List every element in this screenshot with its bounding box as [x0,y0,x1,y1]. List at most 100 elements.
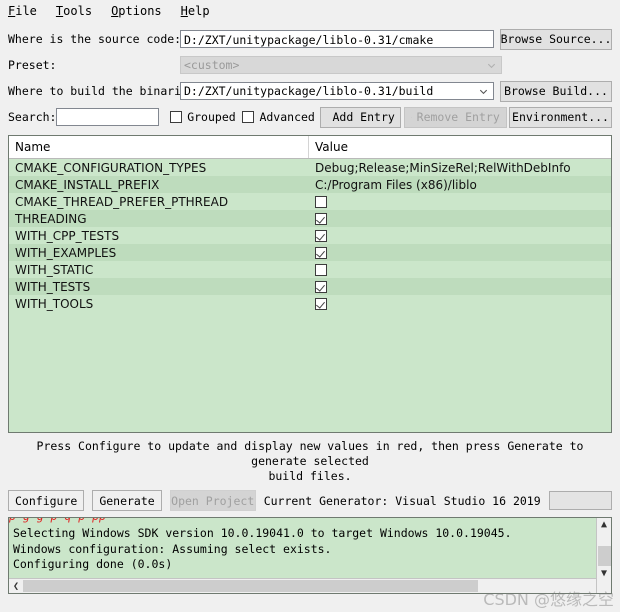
log-line: Windows configuration: Assuming select e… [13,541,332,556]
vertical-scroll-thumb[interactable] [597,546,611,567]
current-generator-label: Current Generator: Visual Studio 16 2019 [263,493,541,508]
configure-hint-line2: build files. [268,469,352,483]
menu-file-rest: ile [15,4,37,18]
table-row[interactable]: WITH_CPP_TESTS [9,227,611,244]
source-code-input[interactable]: D:/ZXT/unitypackage/liblo-0.31/cmake [180,30,495,48]
scroll-up-arrow-icon[interactable]: ▲ [597,518,612,532]
cache-variable-name: CMAKE_CONFIGURATION_TYPES [15,160,207,175]
cache-value-checkbox[interactable] [315,246,327,259]
table-body: CMAKE_CONFIGURATION_TYPES Debug;Release;M… [9,159,611,312]
environment-button[interactable]: Environment... [509,106,613,128]
cache-value-checkbox[interactable] [315,297,327,310]
log-line: Selecting Windows SDK version 10.0.19041… [13,526,512,540]
log-line: Configuring done (0.0s) [13,557,173,571]
menu-item-help[interactable]: Help [181,4,210,18]
cache-variable-name: WITH_CPP_TESTS [15,228,120,243]
cache-variable-name: WITH_EXAMPLES [15,245,117,260]
remove-entry-button[interactable]: Remove Entry [403,106,507,128]
cache-value-checkbox[interactable] [315,212,327,225]
menu-options-rest: ptions [118,4,162,18]
table-row[interactable]: WITH_TESTS [9,278,611,295]
table-row[interactable]: WITH_TOOLS [9,295,611,312]
table-row[interactable]: CMAKE_THREAD_PREFER_PTHREAD [9,193,611,210]
table-row[interactable]: THREADING [9,210,611,227]
cache-variable-name: CMAKE_INSTALL_PREFIX [15,177,160,192]
chevron-down-icon [487,63,496,68]
search-label: Search: [8,110,57,124]
cache-variable-name: THREADING [15,211,87,226]
browse-build-button[interactable]: Browse Build... [500,80,612,102]
table-header: Name Value [9,136,611,159]
grouped-checkbox-row[interactable]: Grouped [170,110,236,124]
remove-entry-label: Remove Entry [416,110,500,124]
generate-button[interactable]: Generate [92,490,162,511]
scroll-down-arrow-icon[interactable]: ▼ [597,566,612,580]
cache-variable-name: WITH_TESTS [15,279,91,294]
advanced-label: Advanced [259,110,315,124]
horizontal-scroll-thumb[interactable] [23,580,478,592]
table-row[interactable]: WITH_EXAMPLES [9,244,611,261]
open-project-button[interactable]: Open Project [169,490,256,511]
source-code-label: Where is the source code: [8,32,182,46]
add-entry-label: Add Entry [332,110,395,124]
build-dir-combobox[interactable]: D:/ZXT/unitypackage/liblo-0.31/build [180,82,495,100]
menu-help-mnemonic: H [180,4,188,18]
cache-variable-value[interactable] [309,246,611,259]
log-vertical-scrollbar[interactable]: ▲ ▼ [596,518,611,593]
generator-field[interactable] [548,491,612,510]
cache-variable-value[interactable]: Debug;Release;MinSizeRel;RelWithDebInfo [309,161,611,175]
column-header-name[interactable]: Name [9,136,309,158]
menu-tools-rest: ools [63,4,93,18]
chevron-down-icon [480,89,488,94]
cache-variable-value[interactable] [309,280,611,293]
browse-source-button[interactable]: Browse Source... [500,28,612,50]
scroll-left-arrow-icon[interactable]: ❮ [9,579,23,593]
cache-value-checkbox[interactable] [315,195,327,208]
cache-variable-value[interactable] [309,212,611,225]
column-header-value[interactable]: Value [309,136,611,158]
configure-button[interactable]: Configure [8,490,85,511]
menu-item-file[interactable]: File [8,4,37,18]
preset-value: <custom> [184,58,240,72]
grouped-label: Grouped [187,110,236,124]
cache-value-checkbox[interactable] [315,263,327,276]
cache-variable-name: WITH_TOOLS [15,296,94,311]
grouped-checkbox[interactable] [170,111,183,123]
cache-variable-value[interactable] [309,195,611,208]
add-entry-button[interactable]: Add Entry [320,106,402,128]
cache-value-checkbox[interactable] [315,229,327,242]
menu-bar: File Tools Options Help [0,0,620,22]
cache-variable-value[interactable] [309,263,611,276]
clipped-red-line-text: p g g p q p pp [9,518,106,523]
cache-variables-table[interactable]: Name Value CMAKE_CONFIGURATION_TYPES Debu… [8,135,612,433]
remove-x-icon [410,116,412,118]
action-row: Configure Generate Open Project Current … [0,484,620,511]
table-row[interactable]: CMAKE_INSTALL_PREFIX C:/Program Files (x8… [9,176,611,193]
form-area: Where is the source code: D:/ZXT/unitypa… [0,22,620,130]
menu-item-tools[interactable]: Tools [56,4,92,18]
build-dir-label: Where to build the binaries: [8,84,202,98]
cache-variable-value[interactable]: C:/Program Files (x86)/liblo [309,178,611,192]
table-row[interactable]: WITH_STATIC [9,261,611,278]
output-log-main: p g g p q p pp Selecting Windows SDK ver… [9,518,596,593]
source-code-row: Where is the source code: D:/ZXT/unitypa… [8,26,612,52]
cache-variable-name: WITH_STATIC [15,262,94,277]
cache-variable-value[interactable] [309,229,611,242]
advanced-checkbox[interactable] [242,111,255,123]
build-dir-value: D:/ZXT/unitypackage/liblo-0.31/build [184,84,434,98]
cache-variable-value[interactable] [309,297,611,310]
search-input[interactable] [56,108,160,126]
output-log-text: Selecting Windows SDK version 10.0.19041… [9,524,596,578]
table-row[interactable]: CMAKE_CONFIGURATION_TYPES Debug;Release;M… [9,159,611,176]
preset-combobox[interactable]: <custom> [180,56,502,74]
build-dir-row: Where to build the binaries: D:/ZXT/unit… [8,78,612,104]
output-log-panel[interactable]: p g g p q p pp Selecting Windows SDK ver… [8,517,612,594]
log-horizontal-scrollbar[interactable]: ❮ [9,578,596,593]
cache-value-checkbox[interactable] [315,280,327,293]
menu-help-rest: elp [187,4,210,18]
menu-item-options[interactable]: Options [111,4,162,18]
advanced-checkbox-row[interactable]: Advanced [242,110,315,124]
preset-label: Preset: [8,58,57,72]
configure-hint: Press Configure to update and display ne… [0,439,620,484]
preset-row: Preset: <custom> [8,52,612,78]
